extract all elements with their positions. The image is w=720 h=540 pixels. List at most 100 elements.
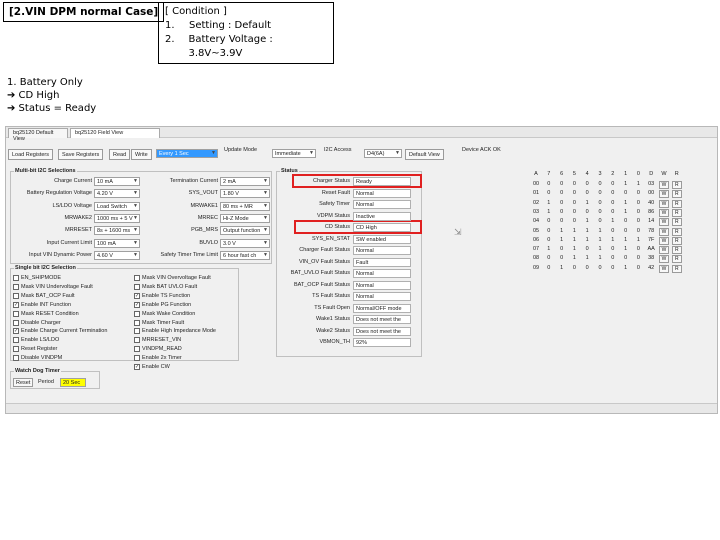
grid-cell[interactable]: 0 <box>607 209 619 215</box>
multi-bit-select[interactable]: Hi-Z Mode ▼ <box>220 213 270 223</box>
grid-cell[interactable]: 1 <box>568 255 580 261</box>
grid-cell[interactable]: 1 <box>594 228 606 234</box>
write-register-button[interactable]: W <box>659 227 669 236</box>
write-register-button[interactable]: W <box>659 199 669 208</box>
read-register-button[interactable]: R <box>671 246 682 255</box>
grid-cell[interactable]: 0 <box>543 228 555 234</box>
grid-cell[interactable]: 1 <box>581 237 593 243</box>
grid-cell[interactable]: 1 <box>543 246 555 252</box>
multi-bit-select[interactable]: 2 mA ▼ <box>220 177 270 186</box>
grid-cell[interactable]: 1 <box>620 209 632 215</box>
grid-cell[interactable]: 0 <box>620 228 632 234</box>
grid-cell[interactable]: 1 <box>556 228 568 234</box>
save-registers-button[interactable]: Save Registers <box>58 149 104 160</box>
checkbox-box[interactable]: ✓ <box>134 364 140 370</box>
grid-cell[interactable]: 0 <box>556 209 568 215</box>
grid-cell[interactable]: 1 <box>607 218 619 224</box>
multi-bit-select[interactable]: 10 mA ▼ <box>94 177 140 186</box>
read-register-button[interactable]: R <box>671 208 682 217</box>
grid-cell[interactable]: 1 <box>607 237 619 243</box>
grid-cell[interactable]: 1 <box>594 237 606 243</box>
grid-cell[interactable]: 0 <box>607 200 619 206</box>
grid-cell[interactable]: 0 <box>543 237 555 243</box>
read-button[interactable]: Read <box>109 149 131 160</box>
single-bit-checkbox[interactable]: ✓ Enable INT Function <box>13 301 71 308</box>
grid-cell[interactable]: 1 <box>632 181 644 187</box>
grid-cell[interactable]: 0 <box>568 181 580 187</box>
grid-cell[interactable]: 1 <box>620 265 632 271</box>
grid-cell[interactable]: 0 <box>607 255 619 261</box>
grid-cell[interactable]: 0 <box>581 209 593 215</box>
watchdog-reset-button[interactable]: Reset <box>13 378 34 387</box>
read-register-button[interactable]: R <box>671 218 682 227</box>
grid-cell[interactable]: 1 <box>581 228 593 234</box>
checkbox-box[interactable] <box>13 319 19 326</box>
grid-cell[interactable]: 0 <box>543 190 555 196</box>
checkbox-box[interactable] <box>134 328 140 335</box>
grid-cell[interactable]: 0 <box>632 190 644 196</box>
checkbox-box[interactable] <box>134 319 140 326</box>
grid-cell[interactable]: 0 <box>594 209 606 215</box>
grid-cell[interactable]: 0 <box>594 200 606 206</box>
single-bit-checkbox[interactable]: ✓ Enable TS Function <box>134 292 190 299</box>
single-bit-checkbox[interactable]: Mask VIN Overvoltage Fault <box>134 275 211 281</box>
checkbox-box[interactable] <box>13 337 19 344</box>
grid-cell[interactable]: 0 <box>581 265 593 271</box>
i2c-access-select[interactable]: D4(6A) ▼ <box>364 149 402 158</box>
checkbox-box[interactable]: ✓ <box>13 301 19 308</box>
single-bit-checkbox[interactable]: VINDPM_READ <box>134 346 182 353</box>
multi-bit-select[interactable]: 4.60 V ▼ <box>94 250 140 260</box>
multi-bit-select[interactable]: 1000 ms + 5 V ▼ <box>94 213 140 223</box>
grid-cell[interactable]: 0 <box>568 265 580 271</box>
grid-cell[interactable]: 1 <box>543 200 555 206</box>
multi-bit-select[interactable]: Load Switch ▼ <box>94 201 140 211</box>
checkbox-box[interactable] <box>13 283 19 290</box>
grid-cell[interactable]: 0 <box>568 209 580 215</box>
grid-cell[interactable]: 0 <box>581 246 593 252</box>
grid-cell[interactable]: 1 <box>568 246 580 252</box>
grid-cell[interactable]: 1 <box>594 246 606 252</box>
grid-cell[interactable]: 0 <box>568 200 580 206</box>
read-register-button[interactable]: R <box>671 227 682 236</box>
multi-bit-select[interactable]: 1.80 V ▼ <box>220 189 270 199</box>
single-bit-checkbox[interactable]: Enable High Impedance Mode <box>134 328 216 335</box>
checkbox-box[interactable] <box>13 275 19 281</box>
grid-cell[interactable]: 0 <box>581 181 593 187</box>
checkbox-box[interactable] <box>134 310 140 317</box>
single-bit-checkbox[interactable]: Mask VIN Undervoltage Fault <box>13 283 93 290</box>
grid-cell[interactable]: 1 <box>568 228 580 234</box>
grid-cell[interactable]: 0 <box>543 181 555 187</box>
read-register-button[interactable]: R <box>671 199 682 208</box>
read-register-button[interactable]: R <box>671 181 682 189</box>
write-register-button[interactable]: W <box>659 181 669 189</box>
grid-cell[interactable]: 0 <box>607 190 619 196</box>
read-register-button[interactable]: R <box>671 190 682 199</box>
grid-cell[interactable]: 0 <box>632 218 644 224</box>
grid-cell[interactable]: 0 <box>594 190 606 196</box>
checkbox-box[interactable] <box>13 346 19 353</box>
single-bit-checkbox[interactable]: Mask BAT UVLO Fault <box>134 283 197 290</box>
grid-cell[interactable]: 0 <box>594 218 606 224</box>
grid-cell[interactable]: 1 <box>543 209 555 215</box>
grid-cell[interactable]: 0 <box>632 246 644 252</box>
checkbox-box[interactable] <box>134 355 140 362</box>
grid-cell[interactable]: 0 <box>607 265 619 271</box>
single-bit-checkbox[interactable]: ✓ Enable CW <box>134 364 170 370</box>
grid-cell[interactable]: 1 <box>620 246 632 252</box>
checkbox-box[interactable] <box>134 283 140 290</box>
multi-bit-select[interactable]: 4.20 V ▼ <box>94 189 140 199</box>
checkbox-box[interactable] <box>134 346 140 353</box>
grid-cell[interactable]: 0 <box>632 265 644 271</box>
single-bit-checkbox[interactable]: Mask Wake Condition <box>134 310 195 317</box>
write-register-button[interactable]: W <box>659 246 669 255</box>
single-bit-checkbox[interactable]: ✓ Enable PG Function <box>134 301 191 308</box>
grid-cell[interactable]: 0 <box>543 218 555 224</box>
single-bit-checkbox[interactable]: Mask RESET Condition <box>13 310 79 317</box>
checkbox-box[interactable]: ✓ <box>134 292 140 299</box>
grid-cell[interactable]: 0 <box>556 200 568 206</box>
write-interval-select[interactable]: Every 1 Sec ▼ <box>156 149 218 158</box>
multi-bit-select[interactable]: 3.0 V ▼ <box>220 238 270 248</box>
grid-cell[interactable]: 1 <box>632 237 644 243</box>
single-bit-checkbox[interactable]: Enable 2x Timer <box>134 355 182 362</box>
grid-cell[interactable]: 0 <box>556 218 568 224</box>
